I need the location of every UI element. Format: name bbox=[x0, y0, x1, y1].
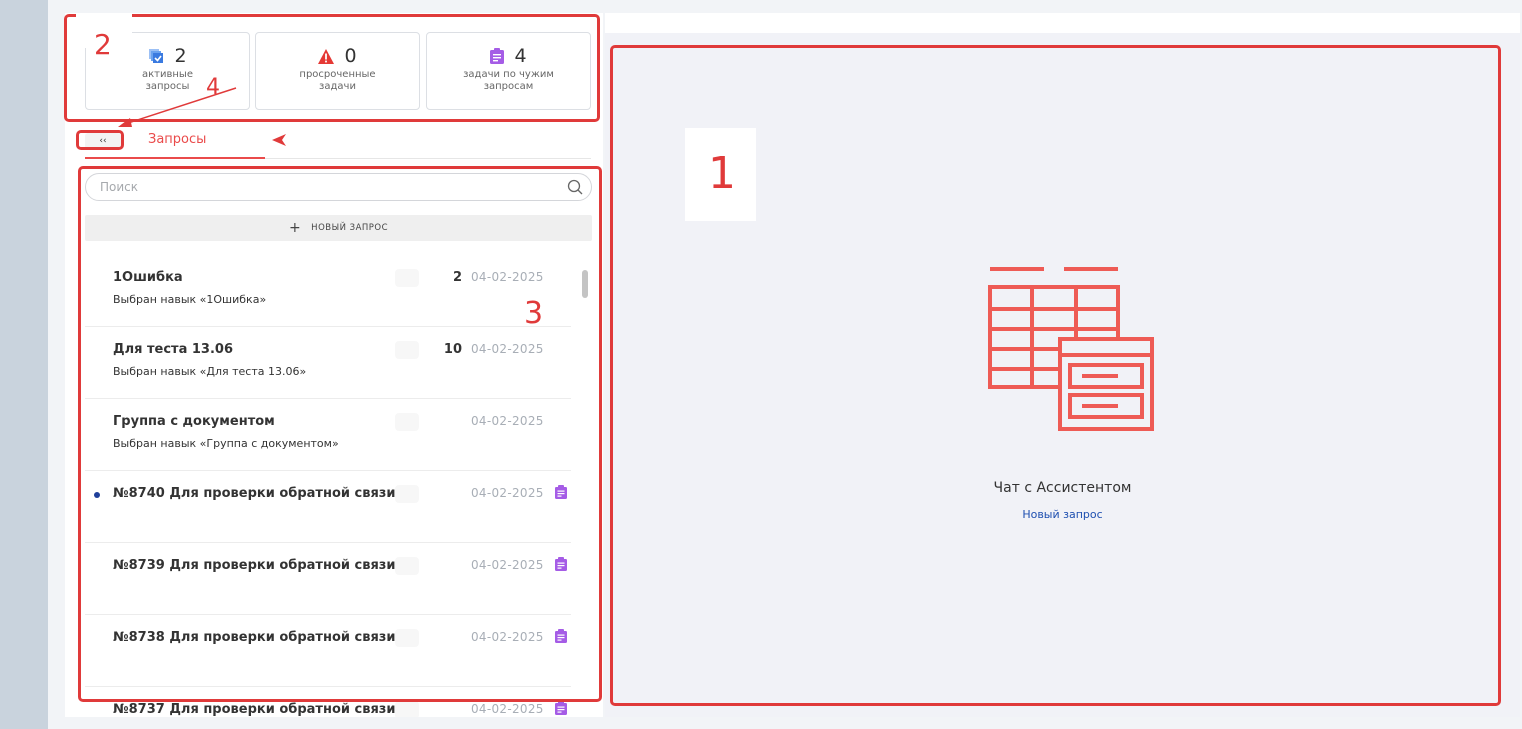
app-window: 2 активные запросы 0 просроченные задачи bbox=[48, 0, 1522, 729]
annotation-box-3 bbox=[78, 166, 602, 702]
request-date: 04-02-2025 bbox=[471, 702, 544, 716]
annotation-number-3: 3 bbox=[524, 296, 544, 331]
annotation-number-1: 1 bbox=[708, 148, 736, 199]
annotation-arrow bbox=[118, 87, 237, 127]
request-title: №8737 Для проверки обратной связи bbox=[113, 702, 396, 717]
request-placeholder-chip bbox=[395, 701, 419, 717]
clipboard-icon bbox=[555, 701, 567, 715]
annotation-number-2: 2 bbox=[94, 28, 112, 61]
annotation-arrow-head bbox=[272, 134, 286, 146]
